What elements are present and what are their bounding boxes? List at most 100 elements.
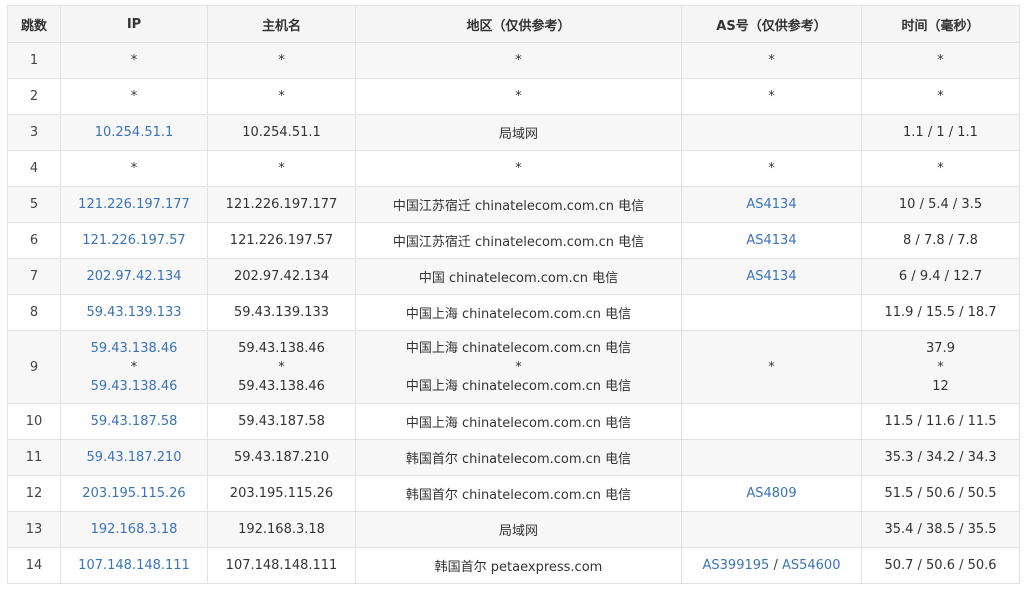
hostname-value: *	[278, 359, 285, 375]
as-link[interactable]: AS4134	[746, 197, 796, 212]
ip-cell: 121.226.197.57	[60, 222, 208, 259]
hop-cell: 14	[7, 547, 61, 584]
as-link[interactable]: AS54600	[782, 558, 841, 573]
time-cell: 35.3 / 34.2 / 34.3	[861, 439, 1020, 476]
time-cell: 37.9 * 12	[861, 330, 1020, 404]
ip-cell: 59.43.187.58	[60, 403, 208, 440]
traceroute-table: 跳数 IP 主机名 地区（仅供参考） AS号（仅供参考） 时间（毫秒） 1 * …	[7, 5, 1020, 584]
ip-timeout: *	[130, 359, 138, 375]
table-header-row: 跳数 IP 主机名 地区（仅供参考） AS号（仅供参考） 时间（毫秒）	[7, 5, 1020, 43]
ip-cell: 59.43.138.46 * 59.43.138.46	[60, 330, 208, 404]
table-row: 13 192.168.3.18 192.168.3.18 局域网 35.4 / …	[7, 511, 1020, 548]
region-cell: 中国上海 chinatelecom.com.cn 电信	[355, 294, 682, 331]
as-cell	[681, 294, 862, 331]
ip-link[interactable]: 121.226.197.57	[82, 233, 185, 248]
region-cell: 中国 chinatelecom.com.cn 电信	[355, 258, 682, 295]
hostname-value: 59.43.138.46	[238, 378, 325, 394]
region-cell: 中国江苏宿迁 chinatelecom.com.cn 电信	[355, 222, 682, 259]
ip-cell: 10.254.51.1	[60, 114, 208, 151]
hostname-cell: 107.148.148.111	[207, 547, 356, 584]
ip-cell: 59.43.139.133	[60, 294, 208, 331]
hostname-cell: 59.43.187.58	[207, 403, 356, 440]
ip-link[interactable]: 202.97.42.134	[86, 269, 181, 284]
region-cell: 局域网	[355, 114, 682, 151]
hostname-cell: 59.43.138.46 * 59.43.138.46	[207, 330, 356, 404]
time-cell: *	[861, 42, 1020, 79]
ip-link[interactable]: 59.43.139.133	[86, 305, 181, 320]
as-cell	[681, 403, 862, 440]
time-cell: 10 / 5.4 / 3.5	[861, 186, 1020, 223]
ip-cell: 203.195.115.26	[60, 475, 208, 512]
ip-cell: 192.168.3.18	[60, 511, 208, 548]
hostname-value: 59.43.138.46	[238, 340, 325, 356]
hop-cell: 9	[7, 330, 61, 404]
as-link[interactable]: AS4134	[746, 233, 796, 248]
time-value: *	[937, 359, 944, 375]
header-hop: 跳数	[7, 5, 61, 43]
hostname-cell: 121.226.197.57	[207, 222, 356, 259]
ip-link[interactable]: 59.43.138.46	[91, 379, 178, 394]
as-link[interactable]: AS4134	[746, 269, 796, 284]
as-cell: AS4134	[681, 222, 862, 259]
time-value: 37.9	[926, 340, 955, 356]
ip-link[interactable]: 59.43.187.58	[91, 414, 178, 429]
ip-cell: *	[60, 42, 208, 79]
time-cell: 1.1 / 1 / 1.1	[861, 114, 1020, 151]
ip-cell: 107.148.148.111	[60, 547, 208, 584]
ip-cell: *	[60, 78, 208, 115]
region-value: 中国上海 chinatelecom.com.cn 电信	[405, 378, 632, 394]
ip-link[interactable]: 10.254.51.1	[95, 125, 174, 140]
as-cell: AS4134	[681, 186, 862, 223]
table-row: 8 59.43.139.133 59.43.139.133 中国上海 china…	[7, 294, 1020, 331]
table-row: 12 203.195.115.26 203.195.115.26 韩国首尔 ch…	[7, 475, 1020, 512]
as-separator: /	[773, 558, 778, 573]
hostname-cell: 192.168.3.18	[207, 511, 356, 548]
hostname-cell: 203.195.115.26	[207, 475, 356, 512]
ip-cell: *	[60, 150, 208, 187]
hostname-cell: 10.254.51.1	[207, 114, 356, 151]
hop-cell: 6	[7, 222, 61, 259]
time-cell: 51.5 / 50.6 / 50.5	[861, 475, 1020, 512]
header-time: 时间（毫秒）	[861, 5, 1020, 43]
table-row: 6 121.226.197.57 121.226.197.57 中国江苏宿迁 c…	[7, 222, 1020, 259]
time-cell: 8 / 7.8 / 7.8	[861, 222, 1020, 259]
as-link[interactable]: AS4809	[746, 486, 796, 501]
as-link[interactable]: AS399195	[703, 558, 770, 573]
table-row: 4 * * * * *	[7, 150, 1020, 187]
hostname-cell: 59.43.187.210	[207, 439, 356, 476]
hostname-cell: *	[207, 78, 356, 115]
table-row: 5 121.226.197.177 121.226.197.177 中国江苏宿迁…	[7, 186, 1020, 223]
as-cell: AS4809	[681, 475, 862, 512]
region-cell: 中国江苏宿迁 chinatelecom.com.cn 电信	[355, 186, 682, 223]
hop-cell: 7	[7, 258, 61, 295]
ip-link[interactable]: 203.195.115.26	[82, 486, 185, 501]
time-cell: *	[861, 150, 1020, 187]
ip-link[interactable]: 59.43.187.210	[86, 450, 181, 465]
header-region: 地区（仅供参考）	[355, 5, 682, 43]
hop-cell: 12	[7, 475, 61, 512]
ip-link[interactable]: 107.148.148.111	[78, 558, 190, 573]
time-cell: 6 / 9.4 / 12.7	[861, 258, 1020, 295]
as-cell	[681, 114, 862, 151]
hostname-cell: 121.226.197.177	[207, 186, 356, 223]
region-cell: *	[355, 42, 682, 79]
hop-cell: 5	[7, 186, 61, 223]
hop-cell: 3	[7, 114, 61, 151]
hop-cell: 10	[7, 403, 61, 440]
as-cell: AS399195 / AS54600	[681, 547, 862, 584]
ip-link[interactable]: 59.43.138.46	[91, 341, 178, 356]
region-cell: 韩国首尔 petaexpress.com	[355, 547, 682, 584]
ip-link[interactable]: 121.226.197.177	[78, 197, 190, 212]
table-row: 2 * * * * *	[7, 78, 1020, 115]
time-cell: *	[861, 78, 1020, 115]
table-row: 9 59.43.138.46 * 59.43.138.46 59.43.138.…	[7, 330, 1020, 404]
table-row: 1 * * * * *	[7, 42, 1020, 79]
ip-link[interactable]: 192.168.3.18	[91, 522, 178, 537]
region-cell: *	[355, 150, 682, 187]
as-cell: *	[681, 150, 862, 187]
header-hostname: 主机名	[207, 5, 356, 43]
as-cell: *	[681, 78, 862, 115]
table-row: 3 10.254.51.1 10.254.51.1 局域网 1.1 / 1 / …	[7, 114, 1020, 151]
region-cell: 韩国首尔 chinatelecom.com.cn 电信	[355, 439, 682, 476]
region-cell: 局域网	[355, 511, 682, 548]
